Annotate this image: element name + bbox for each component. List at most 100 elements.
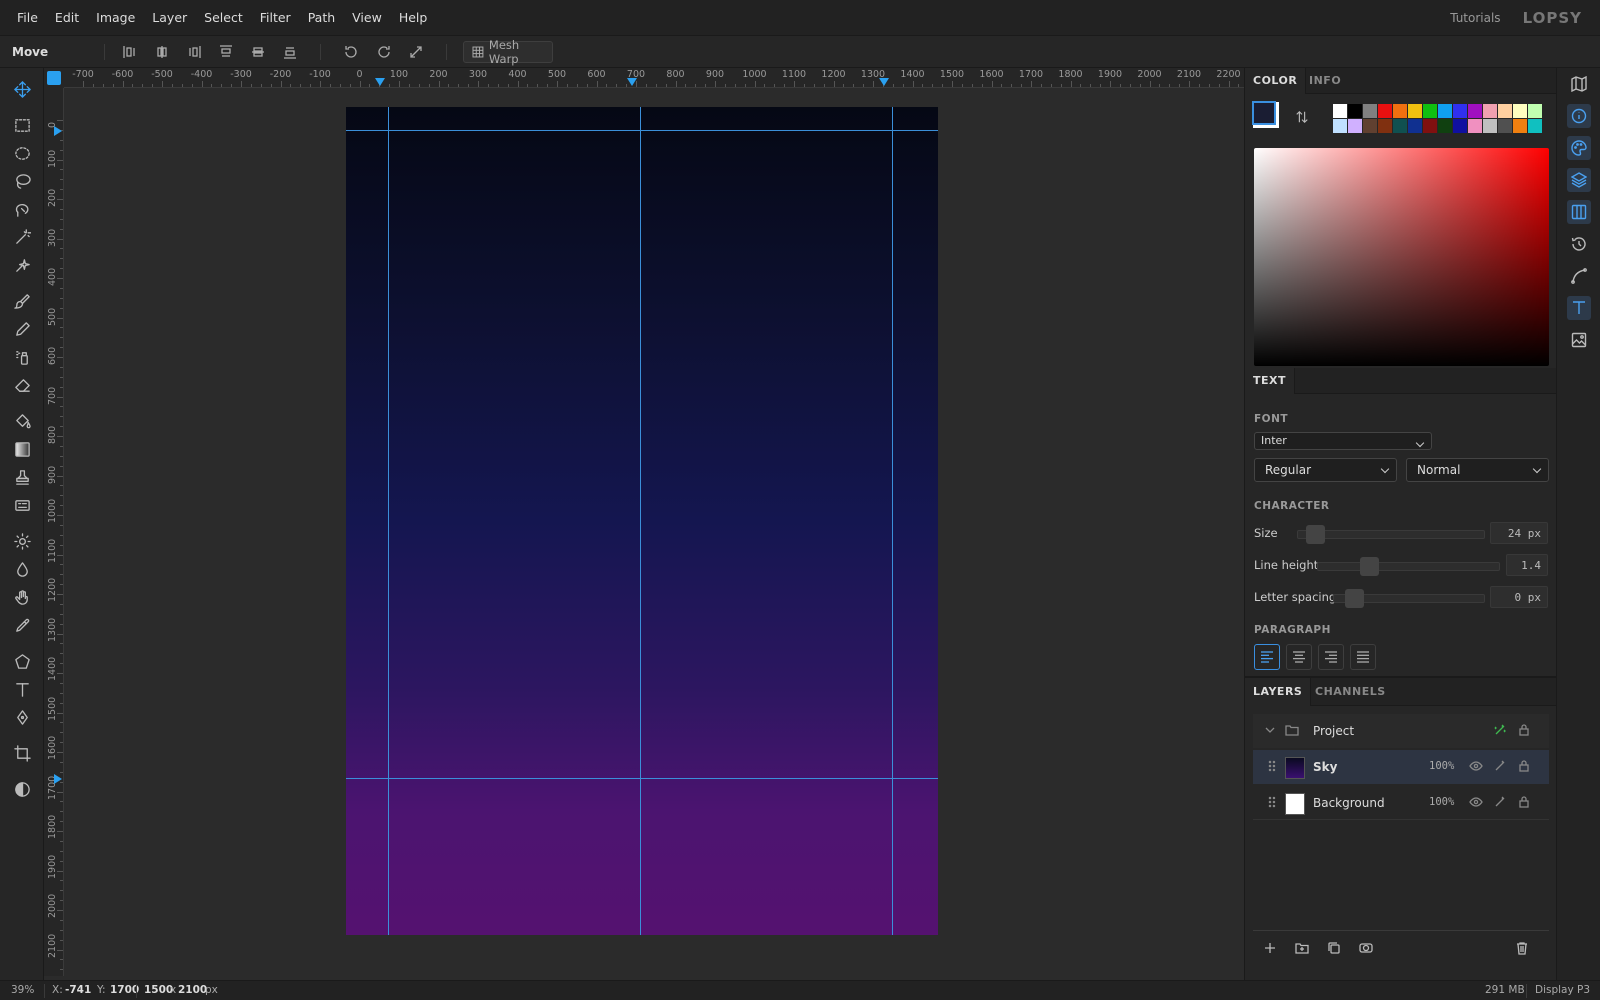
color-swatch[interactable] <box>1363 119 1377 133</box>
align-left-icon[interactable] <box>120 42 140 62</box>
color-swatch[interactable] <box>1423 104 1437 118</box>
contrast-icon[interactable] <box>8 776 36 802</box>
guide-marker[interactable] <box>627 78 637 86</box>
color-swatch[interactable] <box>1378 119 1392 133</box>
guide-vertical[interactable] <box>640 107 641 935</box>
gradient-icon[interactable] <box>8 436 36 462</box>
guide-marker[interactable] <box>375 78 385 86</box>
layer-mask-icon[interactable] <box>1359 941 1375 957</box>
font-weight-select[interactable]: Regular <box>1254 458 1397 482</box>
add-group-icon[interactable] <box>1295 941 1311 957</box>
rect-select-icon[interactable] <box>8 112 36 138</box>
ellipse-select-icon[interactable] <box>8 140 36 166</box>
color-swatch[interactable] <box>1363 104 1377 118</box>
color-swatch[interactable] <box>1378 104 1392 118</box>
vertical-ruler[interactable]: 0 100 200 300 400 500 600 700 800 900 1000 1100 1200… <box>44 88 64 976</box>
tutorials-link[interactable]: Tutorials <box>1450 11 1500 25</box>
font-style-select[interactable]: Normal <box>1406 458 1549 482</box>
guide-horizontal[interactable] <box>346 130 938 131</box>
menu-image[interactable]: Image <box>88 0 143 36</box>
tab-color[interactable]: COLOR <box>1245 68 1307 94</box>
layer-opacity[interactable]: 100% <box>1429 760 1454 772</box>
color-swatch[interactable] <box>1423 119 1437 133</box>
menu-file[interactable]: File <box>9 0 46 36</box>
foreground-color-swatch[interactable] <box>1252 101 1276 125</box>
info-icon[interactable] <box>1567 104 1591 128</box>
color-swatch[interactable] <box>1438 104 1452 118</box>
layer-opacity[interactable]: 100% <box>1429 796 1454 808</box>
color-swatch[interactable] <box>1333 119 1347 133</box>
palette-icon[interactable] <box>1567 136 1591 160</box>
menu-layer[interactable]: Layer <box>144 0 195 36</box>
color-swatch[interactable] <box>1528 119 1542 133</box>
menu-view[interactable]: View <box>344 0 390 36</box>
move-tool-icon[interactable] <box>8 76 36 102</box>
rotate-cw-icon[interactable] <box>374 42 394 62</box>
tab-layers[interactable]: LAYERS <box>1245 678 1312 706</box>
horizontal-ruler[interactable]: -700 -600 -500 -400 -300 -200 -100 0 100 200 300 40… <box>64 68 1244 88</box>
navigator-icon[interactable] <box>1567 72 1591 96</box>
add-layer-icon[interactable] <box>1263 941 1279 957</box>
color-profile[interactable]: Display P3 <box>1535 984 1590 996</box>
fx-icon[interactable] <box>1493 759 1509 775</box>
fx-icon[interactable] <box>1493 795 1509 811</box>
fill-bucket-icon[interactable] <box>8 408 36 434</box>
color-swatch[interactable] <box>1408 104 1422 118</box>
color-swatch[interactable] <box>1468 104 1482 118</box>
menu-select[interactable]: Select <box>196 0 251 36</box>
slider-handle[interactable] <box>1360 557 1379 576</box>
chevron-down-icon[interactable] <box>1263 723 1279 739</box>
color-swatch[interactable] <box>1438 119 1452 133</box>
size-input[interactable]: 24 px <box>1490 522 1548 544</box>
swap-colors-icon[interactable] <box>1295 110 1311 126</box>
font-family-select[interactable]: Inter <box>1254 432 1432 450</box>
lock-icon[interactable] <box>1517 759 1533 775</box>
guide-vertical[interactable] <box>388 107 389 935</box>
history-icon[interactable] <box>1567 232 1591 256</box>
zoom-level[interactable]: 39% <box>11 984 34 996</box>
pen-icon[interactable] <box>8 704 36 730</box>
menu-edit[interactable]: Edit <box>47 0 87 36</box>
color-swatch[interactable] <box>1453 119 1467 133</box>
dodge-icon[interactable] <box>8 528 36 554</box>
line-height-slider[interactable] <box>1317 557 1500 576</box>
hand-icon[interactable] <box>8 584 36 610</box>
fx-icon[interactable] <box>1493 723 1509 739</box>
color-swatch[interactable] <box>1408 119 1422 133</box>
spray-icon[interactable] <box>8 344 36 370</box>
color-picker-field[interactable] <box>1254 148 1549 366</box>
mesh-warp-button[interactable]: Mesh Warp <box>463 38 553 66</box>
align-text-justify-icon[interactable] <box>1350 644 1376 670</box>
color-swatch[interactable] <box>1513 104 1527 118</box>
pattern-stamp-icon[interactable] <box>8 492 36 518</box>
letter-spacing-input[interactable]: 0 px <box>1490 586 1548 608</box>
tab-channels[interactable]: CHANNELS <box>1307 678 1394 706</box>
slider-handle[interactable] <box>1345 589 1364 608</box>
delete-layer-icon[interactable] <box>1515 941 1531 957</box>
color-swatch[interactable] <box>1393 104 1407 118</box>
drag-handle-icon[interactable] <box>1265 759 1281 775</box>
menu-path[interactable]: Path <box>300 0 343 36</box>
align-bottom-icon[interactable] <box>280 42 300 62</box>
fit-screen-icon[interactable] <box>406 42 426 62</box>
blur-icon[interactable] <box>8 556 36 582</box>
guide-vertical[interactable] <box>892 107 893 935</box>
color-swatch[interactable] <box>1393 119 1407 133</box>
guide-marker[interactable] <box>879 78 889 86</box>
layer-row[interactable]: Background 100% <box>1253 786 1549 820</box>
line-height-input[interactable]: 1.4 <box>1506 554 1548 576</box>
layers-icon[interactable] <box>1567 168 1591 192</box>
align-text-center-icon[interactable] <box>1286 644 1312 670</box>
color-swatch[interactable] <box>1453 104 1467 118</box>
align-text-right-icon[interactable] <box>1318 644 1344 670</box>
layer-row[interactable]: Sky 100% <box>1253 750 1549 784</box>
color-swatch[interactable] <box>1483 104 1497 118</box>
crop-icon[interactable] <box>8 740 36 766</box>
magic-wand-icon[interactable] <box>8 224 36 250</box>
rotate-ccw-icon[interactable] <box>341 42 361 62</box>
paths-icon[interactable] <box>1567 264 1591 288</box>
tab-info[interactable]: INFO <box>1301 68 1349 94</box>
lock-icon[interactable] <box>1517 723 1533 739</box>
text-tool-icon[interactable] <box>8 676 36 702</box>
color-swatch[interactable] <box>1333 104 1347 118</box>
